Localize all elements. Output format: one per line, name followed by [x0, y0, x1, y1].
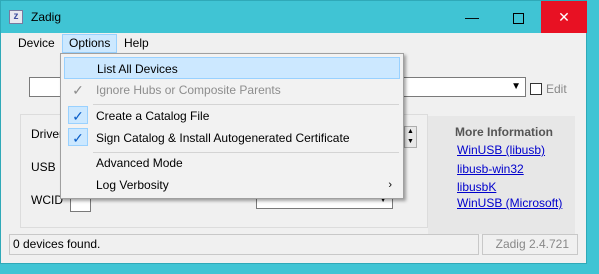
menu-item-create-catalog[interactable]: ✓ Create a Catalog File [64, 105, 400, 127]
link-winusb-microsoft[interactable]: WinUSB (Microsoft) [457, 196, 562, 210]
link-libusb-win32[interactable]: libusb-win32 [457, 162, 524, 176]
menu-item-sign-catalog[interactable]: ✓ Sign Catalog & Install Autogenerated C… [64, 127, 400, 149]
menu-bar: Device Options Help [1, 33, 586, 54]
menu-item-label: Create a Catalog File [96, 109, 210, 123]
more-information-title: More Information [455, 125, 553, 139]
maximize-button[interactable] [495, 1, 541, 33]
chevron-down-icon: ▼ [511, 81, 521, 92]
link-winusb-libusb[interactable]: WinUSB (libusb) [457, 143, 545, 157]
menu-item-label: Sign Catalog & Install Autogenerated Cer… [96, 131, 350, 145]
checkmark-icon: ✓ [68, 106, 88, 124]
close-icon: ✕ [558, 9, 570, 25]
driver-spinner[interactable]: ▲ ▼ [404, 126, 417, 148]
menu-item-label: List All Devices [97, 62, 178, 76]
menu-item-label: Log Verbosity [96, 178, 169, 192]
close-button[interactable]: ✕ [541, 1, 587, 33]
menu-device[interactable]: Device [12, 35, 61, 52]
checkmark-icon: ✓ [72, 82, 84, 98]
link-libusbk[interactable]: libusbK [457, 180, 496, 194]
menu-help[interactable]: Help [118, 35, 155, 52]
menu-item-log-verbosity[interactable]: Log Verbosity › [64, 174, 400, 196]
menu-options[interactable]: Options [62, 34, 118, 53]
minimize-button[interactable]: — [449, 1, 495, 33]
menu-item-ignore-hubs[interactable]: ✓ Ignore Hubs or Composite Parents [64, 79, 400, 101]
edit-checkbox[interactable] [530, 83, 542, 95]
options-dropdown-menu: List All Devices ✓ Ignore Hubs or Compos… [60, 53, 404, 199]
chevron-right-icon: › [388, 179, 392, 191]
wcid-label: WCID [31, 193, 63, 207]
menu-item-advanced-mode[interactable]: Advanced Mode [64, 152, 400, 174]
checkmark-icon: ✓ [68, 128, 88, 146]
status-text: 0 devices found. [9, 234, 479, 255]
menu-item-label: Ignore Hubs or Composite Parents [96, 83, 281, 97]
edit-label: Edit [546, 82, 567, 96]
driver-label: Driver [31, 127, 63, 141]
menu-item-label: Advanced Mode [96, 156, 183, 170]
menu-item-list-all-devices[interactable]: List All Devices [64, 57, 400, 79]
maximize-icon [512, 12, 524, 24]
title-bar[interactable]: z Zadig — ✕ [1, 1, 587, 33]
version-text: Zadig 2.4.721 [482, 234, 578, 255]
window-title: Zadig [31, 10, 62, 24]
zadig-app-icon: z [9, 10, 23, 24]
minimize-icon: — [465, 9, 479, 25]
